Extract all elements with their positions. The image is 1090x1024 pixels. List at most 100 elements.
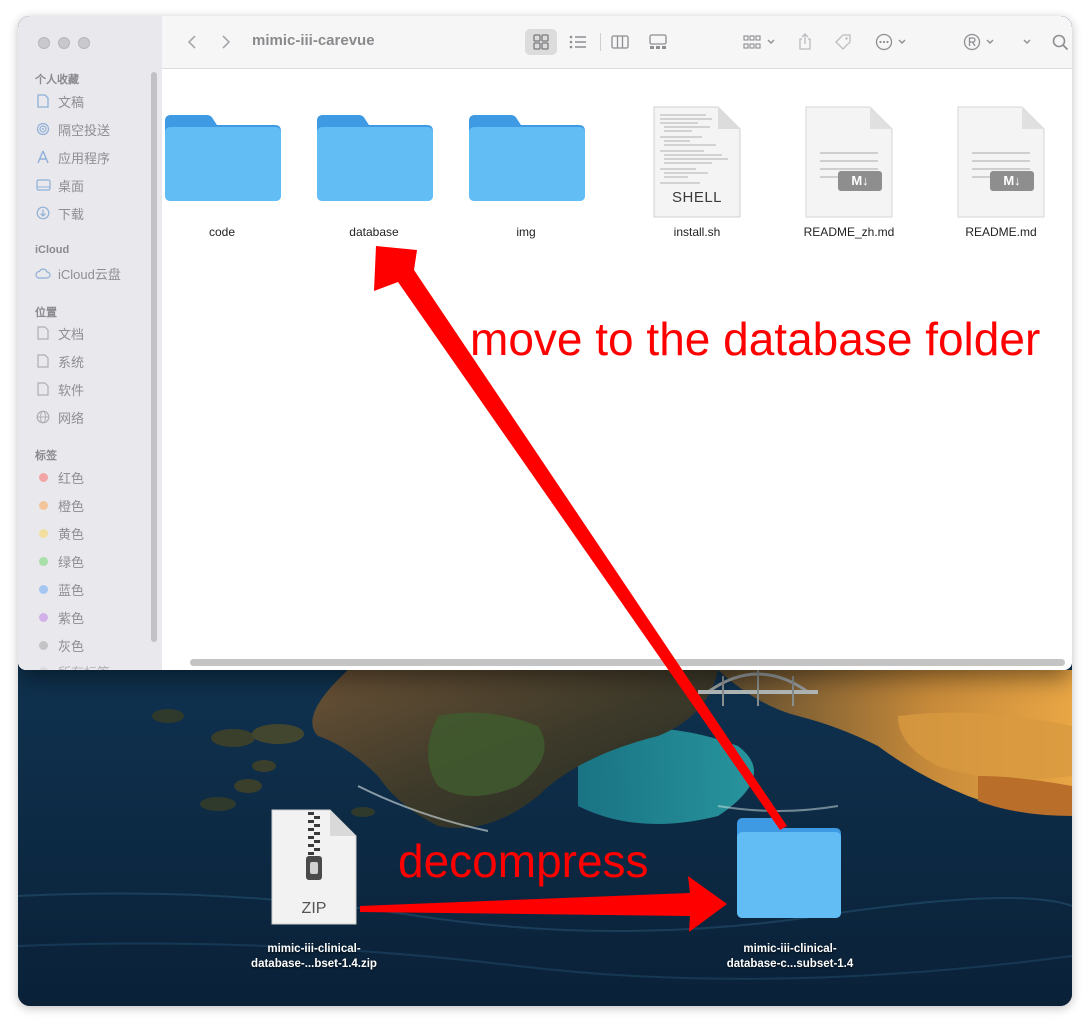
sidebar-section-tags: 标签 <box>35 450 57 462</box>
sidebar-item-applications[interactable]: 应用程序 <box>35 146 110 168</box>
file-item-readme[interactable]: M↓ README.md <box>926 99 1072 259</box>
sidebar-tag-purple[interactable]: 紫色 <box>35 606 84 628</box>
tag-color-dot <box>39 612 48 622</box>
desktop-folder-label-line2: database-c...subset-1.4 <box>726 958 854 970</box>
folder-icon <box>317 115 433 201</box>
extension-button[interactable] <box>960 31 998 53</box>
more-actions-button[interactable] <box>872 31 910 53</box>
search-button[interactable] <box>1050 31 1070 53</box>
gallery-view-icon <box>649 34 667 49</box>
zoom-window-button[interactable] <box>78 37 90 49</box>
desktop-zip-label-line1: mimic-iii-clinical- <box>267 943 361 955</box>
sidebar-item-label: 橙色 <box>58 498 85 514</box>
file-type-badge: SHELL <box>671 189 723 206</box>
sidebar-item-label: 网络 <box>58 410 85 426</box>
file-name: install.sh <box>673 225 721 239</box>
folder-icon <box>737 818 841 918</box>
file-item-database[interactable]: database <box>299 99 449 259</box>
chevron-down-icon <box>898 39 906 44</box>
desktop-extracted-folder[interactable]: mimic-iii-clinical- database-c...subset-… <box>710 806 870 976</box>
file-name: database <box>349 225 399 239</box>
back-button[interactable] <box>182 31 202 53</box>
markdown-badge: M↓ <box>851 173 869 188</box>
file-icon <box>35 325 51 341</box>
share-button[interactable] <box>794 31 816 53</box>
annotation-decompress-text: decompress <box>398 835 649 887</box>
sidebar-item-location-documents[interactable]: 文档 <box>35 322 84 344</box>
desktop-zip-label-line2: database-...bset-1.4.zip <box>251 958 377 970</box>
overflow-dropdown-button[interactable] <box>1018 31 1036 53</box>
horizontal-scrollbar[interactable] <box>190 659 1065 666</box>
file-name: README_zh.md <box>803 225 895 239</box>
sidebar-item-label: 软件 <box>58 382 85 398</box>
file-item-readme-zh[interactable]: M↓ README_zh.md <box>774 99 924 259</box>
registered-icon <box>963 33 981 51</box>
desktop-icon <box>35 177 51 193</box>
file-item-code[interactable]: code <box>147 99 297 259</box>
sidebar-item-location-network[interactable]: 网络 <box>35 406 84 428</box>
sidebar-item-location-system[interactable]: 系统 <box>35 350 84 372</box>
sidebar-tag-red[interactable]: 红色 <box>35 466 84 488</box>
tag-color-dot <box>39 472 48 482</box>
file-icon <box>35 353 51 369</box>
desktop-zip-label: mimic-iii-clinical- database-...bset-1.4… <box>234 942 394 972</box>
network-icon <box>35 409 51 425</box>
sidebar-item-label: 蓝色 <box>58 582 85 598</box>
grid-view-button[interactable] <box>525 29 557 55</box>
document-icon <box>35 93 51 109</box>
sidebar-tag-gray[interactable]: 灰色 <box>35 634 84 656</box>
folder-icon <box>469 115 585 201</box>
sidebar-item-documents[interactable]: 文稿 <box>35 90 84 112</box>
window-title: mimic-iii-carevue <box>252 32 375 49</box>
column-view-button[interactable] <box>604 31 636 53</box>
sidebar-item-label: 桌面 <box>58 178 85 194</box>
sidebar-tag-blue[interactable]: 蓝色 <box>35 578 84 600</box>
ellipsis-icon <box>875 33 893 51</box>
sidebar-all-tags[interactable]: 所有标签 <box>35 660 110 670</box>
sidebar-item-location-software[interactable]: 软件 <box>35 378 84 400</box>
toolbar-separator <box>600 33 601 51</box>
sidebar-item-label: 黄色 <box>58 526 85 542</box>
tag-color-dot <box>39 556 48 566</box>
sidebar-item-label: 灰色 <box>58 638 85 654</box>
sidebar-item-downloads[interactable]: 下载 <box>35 202 84 224</box>
gallery-view-button[interactable] <box>642 31 674 53</box>
sidebar-section-locations: 位置 <box>35 307 57 319</box>
sidebar-item-label: 绿色 <box>58 554 85 570</box>
sidebar-item-label: 隔空投送 <box>58 122 111 138</box>
markdown-file-icon <box>805 106 893 218</box>
file-item-img[interactable]: img <box>451 99 601 259</box>
markdown-badge: M↓ <box>1003 173 1021 188</box>
desktop-zip-file[interactable]: ZIP mimic-iii-clinical- database-...bset… <box>234 806 394 976</box>
minimize-window-button[interactable] <box>58 37 70 49</box>
sidebar-item-label: 红色 <box>58 470 85 486</box>
sidebar-item-desktop[interactable]: 桌面 <box>35 174 84 196</box>
sidebar-tag-yellow[interactable]: 黄色 <box>35 522 84 544</box>
file-item-install-sh[interactable]: SHELL install.sh <box>622 99 772 259</box>
sidebar-section-icloud: iCloud <box>35 244 70 256</box>
zip-badge: ZIP <box>301 900 327 917</box>
close-window-button[interactable] <box>38 37 50 49</box>
chevron-right-icon <box>222 35 231 49</box>
sidebar-item-label: 所有标签 <box>58 662 110 671</box>
group-by-button[interactable] <box>738 31 780 53</box>
airdrop-icon <box>35 121 51 137</box>
tag-button[interactable] <box>832 31 854 53</box>
forward-button[interactable] <box>216 31 236 53</box>
folder-icon <box>165 115 281 201</box>
tag-color-dot <box>39 640 48 650</box>
sidebar-item-icloud-drive[interactable]: iCloud云盘 <box>35 262 121 284</box>
file-name: code <box>208 225 236 239</box>
list-view-icon <box>569 35 586 49</box>
toolbar: mimic-iii-carevue <box>162 16 1072 69</box>
file-name: img <box>516 225 536 239</box>
chevron-down-icon <box>986 39 994 44</box>
cloud-icon <box>35 265 51 281</box>
tag-color-dot <box>39 666 48 670</box>
sidebar-item-label: 下载 <box>58 206 85 222</box>
sidebar-tag-orange[interactable]: 橙色 <box>35 494 84 516</box>
desktop-folder-label: mimic-iii-clinical- database-c...subset-… <box>710 942 870 972</box>
sidebar-item-airdrop[interactable]: 隔空投送 <box>35 118 110 140</box>
list-view-button[interactable] <box>562 31 594 53</box>
sidebar-tag-green[interactable]: 绿色 <box>35 550 84 572</box>
